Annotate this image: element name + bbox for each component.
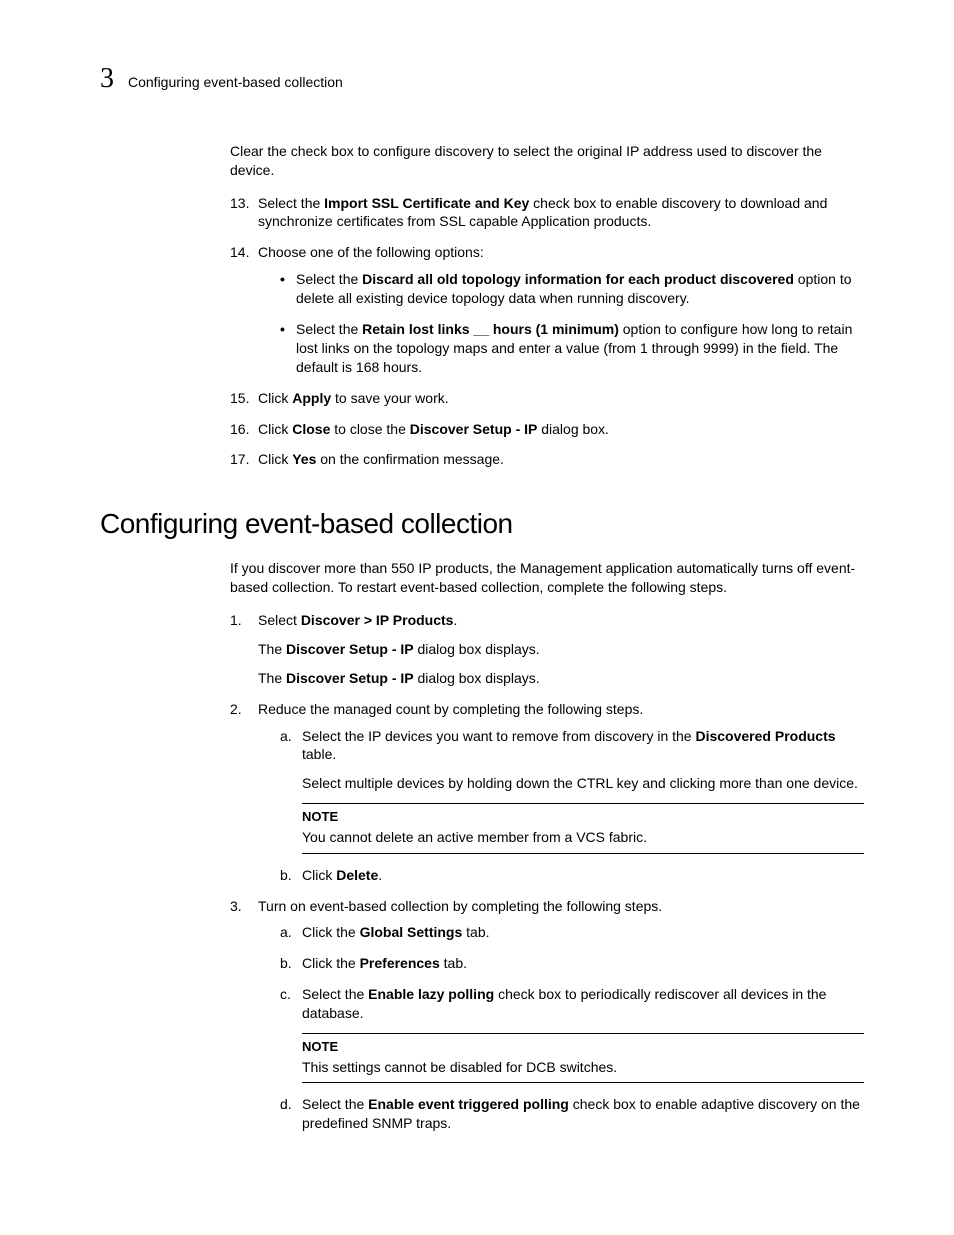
substep-text: Select the Enable event triggered pollin… (302, 1096, 860, 1131)
steps-list-upper: 13. Select the Import SSL Certificate an… (230, 194, 864, 470)
note-body: This settings cannot be disabled for DCB… (302, 1059, 617, 1075)
step-2-substeps: a. Select the IP devices you want to rem… (258, 727, 864, 885)
step-2b: b. Click Delete. (280, 866, 864, 885)
step-number: 13. (230, 194, 249, 213)
substep-text: Click Delete. (302, 867, 382, 883)
step-3b: b. Click the Preferences tab. (280, 954, 864, 973)
section-intro: If you discover more than 550 IP product… (230, 559, 864, 597)
step-3a: a. Click the Global Settings tab. (280, 923, 864, 942)
note-block: NOTE You cannot delete an active member … (302, 803, 864, 853)
body-content: Clear the check box to configure discove… (100, 142, 864, 470)
step-text: Choose one of the following options: (258, 244, 484, 260)
options-list: Select the Discard all old topology info… (258, 270, 864, 376)
step-15: 15. Click Apply to save your work. (230, 389, 864, 408)
step-17: 17. Click Yes on the confirmation messag… (230, 450, 864, 469)
substep-letter: b. (280, 866, 292, 885)
step-text: Click Close to close the Discover Setup … (258, 421, 609, 437)
section-heading: Configuring event-based collection (100, 505, 864, 543)
step-1-sub-1: The Discover Setup - IP dialog box displ… (258, 640, 864, 659)
option-discard: Select the Discard all old topology info… (280, 270, 864, 308)
step-text: Click Yes on the confirmation message. (258, 451, 504, 467)
note-label: NOTE (302, 1038, 864, 1056)
step-number: 2. (230, 700, 242, 719)
step-14: 14. Choose one of the following options:… (230, 243, 864, 376)
step-text: Click Apply to save your work. (258, 390, 449, 406)
step-1-sub-2: The Discover Setup - IP dialog box displ… (258, 669, 864, 688)
note-label: NOTE (302, 808, 864, 826)
step-16: 16. Click Close to close the Discover Se… (230, 420, 864, 439)
step-1: 1. Select Discover > IP Products. The Di… (230, 611, 864, 688)
step-number: 15. (230, 389, 249, 408)
substep-text: Select the Enable lazy polling check box… (302, 986, 826, 1021)
substep-text: Select the IP devices you want to remove… (302, 728, 836, 763)
substep-text: Click the Global Settings tab. (302, 924, 490, 940)
substep-letter: a. (280, 727, 292, 746)
section-content: If you discover more than 550 IP product… (100, 559, 864, 1133)
chapter-title: Configuring event-based collection (128, 73, 343, 92)
note-body: You cannot delete an active member from … (302, 829, 647, 845)
step-number: 16. (230, 420, 249, 439)
option-retain: Select the Retain lost links __ hours (1… (280, 320, 864, 377)
step-text: Reduce the managed count by completing t… (258, 701, 643, 717)
step-text: Select the Import SSL Certificate and Ke… (258, 195, 827, 230)
step-3d: d. Select the Enable event triggered pol… (280, 1095, 864, 1133)
substep-letter: b. (280, 954, 292, 973)
step-13: 13. Select the Import SSL Certificate an… (230, 194, 864, 232)
step-2a-sub: Select multiple devices by holding down … (302, 774, 864, 793)
substep-text: Click the Preferences tab. (302, 955, 467, 971)
note-block: NOTE This settings cannot be disabled fo… (302, 1033, 864, 1083)
substep-letter: a. (280, 923, 292, 942)
step-2: 2. Reduce the managed count by completin… (230, 700, 864, 885)
step-number: 1. (230, 611, 242, 630)
substep-letter: d. (280, 1095, 292, 1114)
step-2a: a. Select the IP devices you want to rem… (280, 727, 864, 854)
step-number: 17. (230, 450, 249, 469)
steps-list-lower: 1. Select Discover > IP Products. The Di… (230, 611, 864, 1133)
step-text: Turn on event-based collection by comple… (258, 898, 662, 914)
intro-paragraph: Clear the check box to configure discove… (230, 142, 864, 180)
step-number: 3. (230, 897, 242, 916)
step-text: Select Discover > IP Products. (258, 612, 457, 628)
step-3c: c. Select the Enable lazy polling check … (280, 985, 864, 1083)
page-header: 3 Configuring event-based collection (100, 60, 864, 98)
step-3-substeps: a. Click the Global Settings tab. b. Cli… (258, 923, 864, 1133)
substep-letter: c. (280, 985, 291, 1004)
chapter-number: 3 (100, 60, 114, 98)
step-number: 14. (230, 243, 249, 262)
step-3: 3. Turn on event-based collection by com… (230, 897, 864, 1134)
